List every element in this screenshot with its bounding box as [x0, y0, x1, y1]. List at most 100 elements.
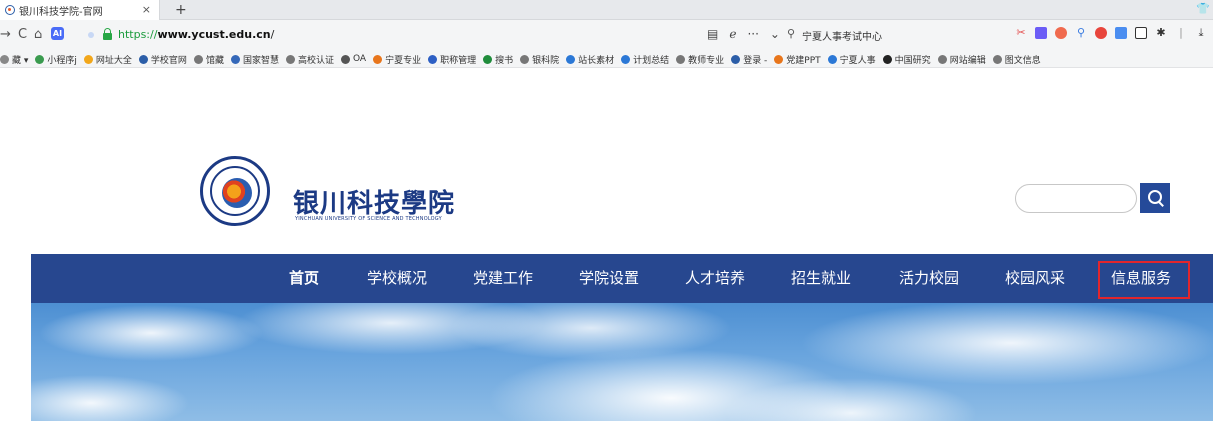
nav-education[interactable]: 人才培养	[685, 254, 745, 303]
weibo-icon[interactable]	[1095, 27, 1107, 39]
ie-mode-icon[interactable]: ℯ	[729, 27, 736, 41]
bookmark-label: 网址大全	[95, 55, 132, 66]
bookmark-item[interactable]: 搜书	[483, 53, 513, 66]
bookmark-label: 党建PPT	[786, 55, 821, 66]
download-icon[interactable]: ⤓	[1195, 27, 1207, 39]
bookmark-label: 银科院	[532, 55, 560, 66]
forward-icon[interactable]: →	[0, 26, 11, 44]
bookmark-icon	[566, 54, 576, 64]
bookmark-item[interactable]: 教师专业	[676, 53, 724, 66]
browser-search-text[interactable]: 宁夏人事考试中心	[802, 28, 882, 43]
mail-icon[interactable]	[1115, 27, 1127, 39]
site-info-icon[interactable]	[88, 32, 94, 38]
bookmark-item[interactable]: 图文信息	[992, 53, 1041, 66]
bookmark-item[interactable]: 学校官网	[138, 53, 187, 66]
address-bar[interactable]: https://www.ycust.edu.cn/ ▤ ℯ ··· ⌄	[76, 24, 780, 46]
tab-title: 银川科技学院-官网	[19, 6, 103, 18]
nav-home[interactable]: 首页	[289, 254, 319, 303]
site-search-button[interactable]	[1140, 183, 1170, 213]
browser-tab-bar: 银川科技学院-官网 × + 👕	[0, 0, 1213, 20]
bookmark-item[interactable]: 小程序j	[35, 53, 77, 66]
bookmark-icon	[676, 54, 686, 64]
bookmark-label: 宁夏人事	[839, 55, 876, 66]
bookmark-item[interactable]: 高校认证	[285, 53, 334, 66]
bookmark-item[interactable]: 藏 ▾	[0, 53, 28, 66]
site-favicon-icon	[5, 5, 15, 15]
bookmark-icon	[731, 54, 741, 64]
bookmark-label: 中国研究	[894, 55, 931, 66]
bookmarks-bar: 藏 ▾ 小程序j 网址大全 学校官网 馆藏 国家智慧 高校认证 OA 宁夏专业 职称管理 搜书 银科院…	[0, 51, 1213, 68]
bookmark-icon	[83, 54, 93, 64]
search-extension-icon[interactable]: ⚲	[1075, 27, 1087, 39]
nav-campus-scenery[interactable]: 校园风采	[1005, 254, 1065, 303]
close-tab-icon[interactable]: ×	[142, 3, 151, 16]
bookmark-label: 馆藏	[205, 55, 224, 66]
school-name[interactable]: 银川科技學院	[293, 183, 455, 220]
bookmark-item[interactable]: 计划总结	[621, 53, 669, 66]
bookmark-icon	[0, 54, 9, 64]
nav-admission[interactable]: 招生就业	[791, 254, 851, 303]
bookmark-item[interactable]: 党建PPT	[774, 53, 821, 66]
bookmark-label: 教师专业	[688, 55, 725, 66]
bookmark-label: 登录 -	[743, 55, 768, 66]
main-navigation: 首页 学校概况 党建工作 学院设置 人才培养 招生就业 活力校园 校园风采 信息…	[31, 254, 1213, 303]
site-search-input[interactable]	[1015, 184, 1137, 213]
bookmark-icon	[483, 54, 493, 64]
bookmark-label: 小程序j	[47, 55, 77, 66]
bookmark-icon	[882, 54, 892, 64]
bookmark-label: 藏 ▾	[12, 55, 29, 66]
web-page: 银川科技學院 YINCHUAN UNIVERSITY OF SCIENCE AN…	[0, 68, 1213, 421]
nav-colleges[interactable]: 学院设置	[579, 254, 639, 303]
bookmark-icon	[520, 54, 530, 64]
bookmark-label: 计划总结	[633, 55, 670, 66]
ai-assistant-icon[interactable]: AI	[51, 27, 64, 40]
nav-info-service[interactable]: 信息服务	[1111, 254, 1171, 303]
reader-mode-icon[interactable]: ▤	[707, 27, 718, 41]
bookmark-label: OA	[352, 54, 367, 64]
hero-banner-image	[31, 303, 1213, 421]
bookmark-item[interactable]: 网址大全	[83, 53, 132, 66]
scissors-icon[interactable]: ✂	[1015, 27, 1027, 39]
extension-purple-icon[interactable]	[1035, 27, 1047, 39]
reload-icon[interactable]: C	[18, 26, 27, 44]
bookmark-item[interactable]: 国家智慧	[230, 53, 279, 66]
bookmark-item[interactable]: 宁夏专业	[373, 53, 421, 66]
puzzle-icon[interactable]: ✱	[1155, 27, 1167, 39]
bookmark-item[interactable]: 馆藏	[193, 53, 224, 66]
bookmark-item[interactable]: 职称管理	[428, 53, 476, 66]
bookmark-icon	[340, 54, 350, 64]
dropdown-icon[interactable]: ⌄	[770, 27, 780, 41]
nav-party[interactable]: 党建工作	[473, 254, 533, 303]
bookmark-item[interactable]: 银科院	[520, 53, 559, 66]
nav-about[interactable]: 学校概况	[367, 254, 427, 303]
more-icon[interactable]: ···	[747, 27, 758, 41]
bookmark-icon	[285, 54, 295, 64]
browser-toolbar: → C ⌂ AI https://www.ycust.edu.cn/ ▤ ℯ ·…	[0, 20, 1213, 51]
bookmark-item[interactable]: 网站编辑	[937, 53, 986, 66]
bookmark-item[interactable]: 中国研究	[882, 53, 931, 66]
lock-icon[interactable]	[103, 28, 112, 40]
bookmark-icon	[621, 54, 631, 64]
bookmark-label: 国家智慧	[242, 55, 279, 66]
school-logo-icon[interactable]	[200, 156, 270, 226]
game-icon[interactable]	[1055, 27, 1067, 39]
bookmark-icon	[373, 54, 383, 64]
home-icon[interactable]: ⌂	[34, 26, 42, 44]
bookmark-label: 学校官网	[150, 55, 187, 66]
bookmark-label: 站长素材	[578, 55, 615, 66]
bookmark-label: 网站编辑	[949, 55, 986, 66]
separator-icon: |	[1179, 26, 1183, 39]
bookmark-icon	[138, 54, 148, 64]
bookmark-item[interactable]: 站长素材	[566, 53, 614, 66]
bookmark-icon	[774, 54, 784, 64]
skin-icon[interactable]: 👕	[1196, 2, 1210, 15]
browser-tab[interactable]: 银川科技学院-官网 ×	[0, 0, 160, 20]
new-tab-button[interactable]: +	[175, 0, 187, 20]
browser-search-box[interactable]: ⚲ 宁夏人事考试中心	[783, 24, 1003, 46]
bookmark-item[interactable]: 宁夏人事	[827, 53, 876, 66]
window-icon[interactable]	[1135, 27, 1147, 39]
nav-campus-life[interactable]: 活力校园	[899, 254, 959, 303]
bookmark-item[interactable]: OA	[340, 54, 367, 64]
address-url[interactable]: https://www.ycust.edu.cn/	[118, 28, 274, 41]
bookmark-item[interactable]: 登录 -	[731, 53, 767, 66]
